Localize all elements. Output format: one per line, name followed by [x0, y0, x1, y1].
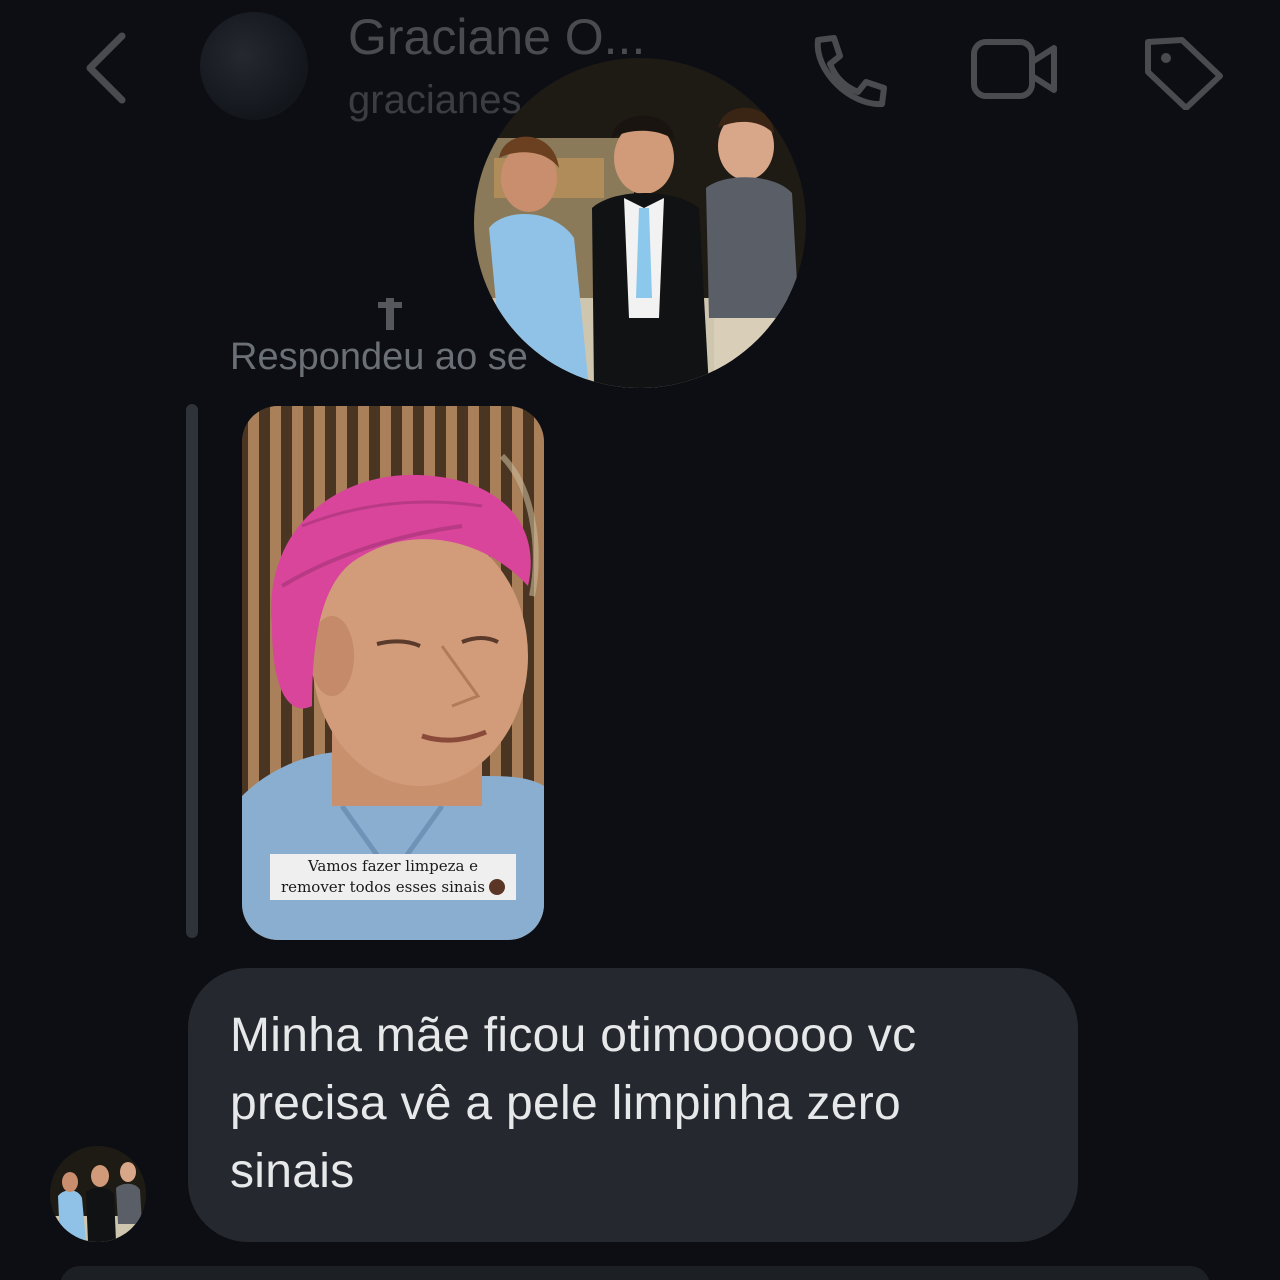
reply-indicator-bar — [186, 404, 198, 938]
message-bubble[interactable]: Minha mãe ficou otimoooooo vc precisa vê… — [188, 968, 1078, 1242]
story-caption: Vamos fazer limpeza e remover todos esse… — [270, 854, 516, 900]
message-line: precisa vê a pele limpinha zero — [230, 1077, 901, 1130]
sender-avatar[interactable] — [50, 1146, 146, 1242]
message-line: Minha mãe ficou otimoooooo vc — [230, 1009, 917, 1062]
story-caption-line: Vamos fazer limpeza e — [307, 857, 479, 875]
story-caption-line: remover todos esses sinais — [281, 878, 485, 896]
sender-avatar-image — [50, 1146, 146, 1242]
reply-label: Respondeu ao se — [230, 336, 528, 378]
emoji-icon — [488, 879, 505, 895]
message-text: Minha mãe ficou otimoooooo vc precisa vê… — [230, 1002, 1038, 1206]
profile-photo[interactable] — [474, 58, 806, 388]
chat-screen: Graciane O... gracianes Respondeu ao se — [0, 0, 1280, 1280]
message-line: sinais — [230, 1145, 355, 1198]
profile-photo-image — [474, 58, 806, 388]
next-message-bubble[interactable] — [60, 1266, 1210, 1280]
reply-icon — [378, 298, 402, 330]
